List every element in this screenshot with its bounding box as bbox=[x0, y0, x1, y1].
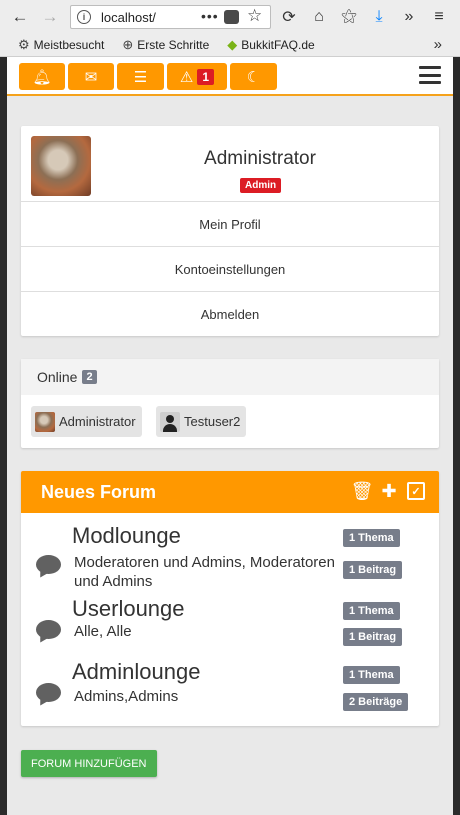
online-count-badge: 2 bbox=[82, 370, 97, 384]
url-text[interactable]: localhost/ bbox=[101, 10, 191, 25]
warning-icon: ⚠ bbox=[179, 68, 194, 86]
server-button[interactable]: ☰ bbox=[117, 63, 164, 90]
reload-icon[interactable]: ⟳ bbox=[278, 5, 300, 29]
menu-my-profile[interactable]: Mein Profil bbox=[21, 201, 439, 246]
forum-title[interactable]: Userlounge bbox=[72, 596, 185, 622]
add-forum-button[interactable]: Forum hinzufügen bbox=[21, 750, 157, 777]
gear-icon: ⚙ bbox=[18, 37, 30, 52]
online-user-name: Administrator bbox=[59, 414, 136, 429]
chat-bubble-icon bbox=[36, 620, 61, 639]
info-icon[interactable]: i bbox=[77, 10, 91, 24]
editor-edge-right bbox=[453, 57, 460, 815]
envelope-icon: ✉ bbox=[84, 68, 98, 86]
forum-description: Moderatoren und Admins, Moderatoren und … bbox=[74, 554, 335, 590]
user-silhouette-icon bbox=[160, 411, 180, 432]
back-icon[interactable]: ← bbox=[8, 5, 32, 29]
thread-count-badge: 1 Thema bbox=[343, 529, 400, 547]
online-card: Online 2 Administrator Testuser2 bbox=[21, 359, 439, 448]
bookmarks-more-icon[interactable]: » bbox=[434, 36, 442, 53]
globe-icon: ⊕ bbox=[122, 37, 134, 52]
forum-card: Neues Forum 🗑︎ ✚ ✓ Modlounge Moderatoren… bbox=[21, 471, 439, 726]
notifications-button[interactable]: 🔔︎ bbox=[19, 63, 65, 90]
web-page: 🔔︎ ✉ ☰ ⚠ 1 ☾ Administrator Admin Mein Pr… bbox=[7, 57, 453, 815]
hamburger-menu-icon[interactable] bbox=[419, 66, 441, 84]
bookmark-erste-schritte[interactable]: ⊕ Erste Schritte bbox=[122, 37, 209, 53]
online-label: Online bbox=[37, 369, 78, 385]
thread-count-badge: 1 Thema bbox=[343, 666, 400, 684]
forum-category-title: Neues Forum bbox=[41, 481, 157, 502]
moon-icon: ☾ bbox=[246, 68, 261, 86]
server-icon: ☰ bbox=[133, 68, 148, 86]
browser-nav-row: ← → i localhost/ ••• ☆ ⟳ ⌂ ⚝ ⤓ » ≡ bbox=[0, 0, 460, 34]
bookmarks-toolbar: ⚙ Meistbesucht ⊕ Erste Schritte ◆ Bukkit… bbox=[0, 34, 460, 56]
profile-name: Administrator bbox=[204, 148, 316, 169]
editor-edge-left bbox=[0, 57, 7, 815]
role-badge: Admin bbox=[240, 178, 282, 193]
bookmark-bukkitfaq[interactable]: ◆ BukkitFAQ.de bbox=[227, 37, 314, 53]
thread-count-badge: 1 Thema bbox=[343, 602, 400, 620]
forum-description: Admins,Admins bbox=[74, 688, 179, 705]
online-user-administrator[interactable]: Administrator bbox=[31, 406, 142, 437]
online-user-name: Testuser2 bbox=[184, 414, 241, 429]
top-navigation: 🔔︎ ✉ ☰ ⚠ 1 ☾ bbox=[7, 57, 453, 96]
forward-icon[interactable]: → bbox=[38, 5, 62, 29]
library-icon[interactable]: ⚝ bbox=[338, 5, 360, 29]
alert-count-badge: 1 bbox=[197, 68, 215, 85]
post-count-badge: 2 Beiträge bbox=[343, 693, 409, 711]
forum-title[interactable]: Modlounge bbox=[72, 523, 181, 549]
download-icon[interactable]: ⤓ bbox=[368, 5, 390, 29]
messages-button[interactable]: ✉ bbox=[68, 63, 114, 90]
bookmark-star-icon[interactable]: ☆ bbox=[247, 6, 262, 26]
forum-title[interactable]: Adminlounge bbox=[72, 659, 200, 685]
profile-card: Administrator Admin Mein Profil Kontoein… bbox=[21, 126, 439, 336]
menu-icon[interactable]: ≡ bbox=[428, 5, 450, 29]
plus-icon[interactable]: ✚ bbox=[380, 481, 398, 501]
page-actions-icon[interactable]: ••• bbox=[201, 8, 219, 24]
trash-icon[interactable]: 🗑︎ bbox=[351, 481, 374, 501]
forum-actions: 🗑︎ ✚ ✓ bbox=[351, 481, 425, 501]
browser-chrome: ← → i localhost/ ••• ☆ ⟳ ⌂ ⚝ ⤓ » ≡ ⚙ Mei… bbox=[0, 0, 460, 57]
url-bar[interactable]: i localhost/ ••• ☆ bbox=[70, 5, 271, 29]
forum-description: Alle, Alle bbox=[74, 623, 132, 640]
online-user-testuser2[interactable]: Testuser2 bbox=[156, 406, 247, 437]
post-count-badge: 1 Beitrag bbox=[343, 561, 403, 579]
menu-logout[interactable]: Abmelden bbox=[21, 291, 439, 336]
bookmark-label: Erste Schritte bbox=[137, 38, 210, 52]
avatar bbox=[35, 411, 55, 432]
toolbar-icons: ⟳ ⌂ ⚝ ⤓ » ≡ bbox=[278, 5, 450, 29]
bukkit-icon: ◆ bbox=[227, 37, 238, 52]
bookmark-label: Meistbesucht bbox=[33, 38, 105, 52]
pocket-icon[interactable] bbox=[224, 10, 239, 24]
post-count-badge: 1 Beitrag bbox=[343, 628, 403, 646]
bell-icon: 🔔︎ bbox=[32, 68, 52, 86]
chat-bubble-icon bbox=[36, 555, 61, 574]
overflow-icon[interactable]: » bbox=[398, 5, 420, 29]
alerts-button[interactable]: ⚠ 1 bbox=[167, 63, 227, 90]
menu-account-settings[interactable]: Kontoeinstellungen bbox=[21, 246, 439, 291]
bookmark-meistbesucht[interactable]: ⚙ Meistbesucht bbox=[18, 37, 104, 53]
home-icon[interactable]: ⌂ bbox=[308, 5, 330, 29]
online-header: Online 2 bbox=[21, 359, 439, 395]
checkbox-icon[interactable]: ✓ bbox=[407, 482, 425, 500]
chat-bubble-icon bbox=[36, 683, 61, 702]
bookmark-label: BukkitFAQ.de bbox=[241, 38, 315, 52]
night-mode-button[interactable]: ☾ bbox=[230, 63, 277, 90]
